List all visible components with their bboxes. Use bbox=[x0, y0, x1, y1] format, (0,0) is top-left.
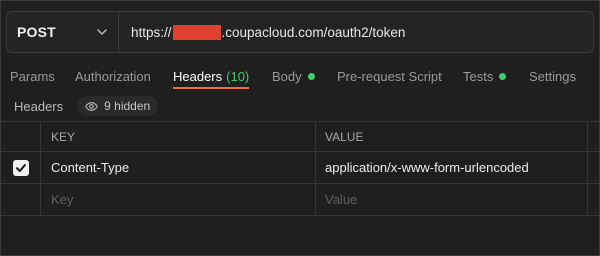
header-key-cell[interactable]: Content-Type bbox=[41, 152, 316, 183]
value-column-header: VALUE bbox=[316, 122, 588, 151]
tab-label: Headers bbox=[173, 68, 223, 84]
tab-params[interactable]: Params bbox=[10, 63, 55, 89]
headers-section-title: Headers bbox=[14, 98, 64, 114]
redaction-block bbox=[172, 24, 221, 40]
request-panel: POST https:// .coupacloud.com/oauth2/tok… bbox=[0, 0, 600, 256]
tab-label: Body bbox=[272, 68, 302, 84]
new-extra-cell bbox=[588, 184, 599, 215]
row-checkbox-cell bbox=[1, 184, 41, 215]
tab-pre-request-script[interactable]: Pre-request Script bbox=[337, 63, 442, 89]
new-key-input[interactable]: Key bbox=[41, 184, 316, 215]
row-enabled-checkbox[interactable] bbox=[12, 159, 29, 176]
tab-label: Authorization bbox=[75, 68, 151, 84]
header-value-cell[interactable]: application/x-www-form-urlencoded bbox=[316, 152, 588, 183]
table-header-row: KEY VALUE bbox=[1, 122, 599, 152]
new-value-input[interactable]: Value bbox=[316, 184, 588, 215]
headers-table: KEY VALUE Content-Type application/x-www… bbox=[1, 121, 599, 216]
hidden-headers-toggle[interactable]: 9 hidden bbox=[77, 96, 159, 116]
headers-toolbar: Headers 9 hidden bbox=[14, 96, 159, 116]
tab-tests[interactable]: Tests bbox=[463, 63, 507, 89]
row-checkbox-cell bbox=[1, 152, 41, 183]
tab-label: Params bbox=[10, 68, 55, 84]
key-column-header: KEY bbox=[41, 122, 316, 151]
tab-headers[interactable]: Headers (10) bbox=[173, 63, 249, 89]
checkbox-column-header bbox=[1, 122, 41, 151]
headers-count: (10) bbox=[226, 68, 250, 84]
url-prefix: https:// bbox=[131, 24, 172, 40]
tab-settings[interactable]: Settings bbox=[529, 63, 576, 89]
hidden-count-label: 9 hidden bbox=[104, 99, 151, 113]
method-select[interactable]: POST bbox=[7, 12, 119, 52]
tab-authorization[interactable]: Authorization bbox=[75, 63, 151, 89]
body-indicator-dot bbox=[307, 72, 315, 80]
url-suffix: .coupacloud.com/oauth2/token bbox=[221, 24, 406, 40]
extra-column-header bbox=[588, 122, 599, 151]
tab-label: Settings bbox=[529, 68, 576, 84]
tab-label: Pre-request Script bbox=[337, 68, 442, 84]
tab-label: Tests bbox=[463, 68, 494, 84]
request-bar: POST https:// .coupacloud.com/oauth2/tok… bbox=[6, 11, 594, 53]
method-label: POST bbox=[17, 24, 56, 40]
url-input[interactable]: https:// .coupacloud.com/oauth2/token bbox=[119, 24, 406, 40]
table-row-new: Key Value bbox=[1, 184, 599, 216]
table-row: Content-Type application/x-www-form-urle… bbox=[1, 152, 599, 184]
active-tab-underline bbox=[173, 87, 249, 89]
eye-icon bbox=[85, 101, 98, 111]
chevron-down-icon bbox=[95, 25, 109, 39]
header-extra-cell bbox=[588, 152, 599, 183]
tab-body[interactable]: Body bbox=[272, 63, 315, 89]
tests-indicator-dot bbox=[499, 72, 507, 80]
